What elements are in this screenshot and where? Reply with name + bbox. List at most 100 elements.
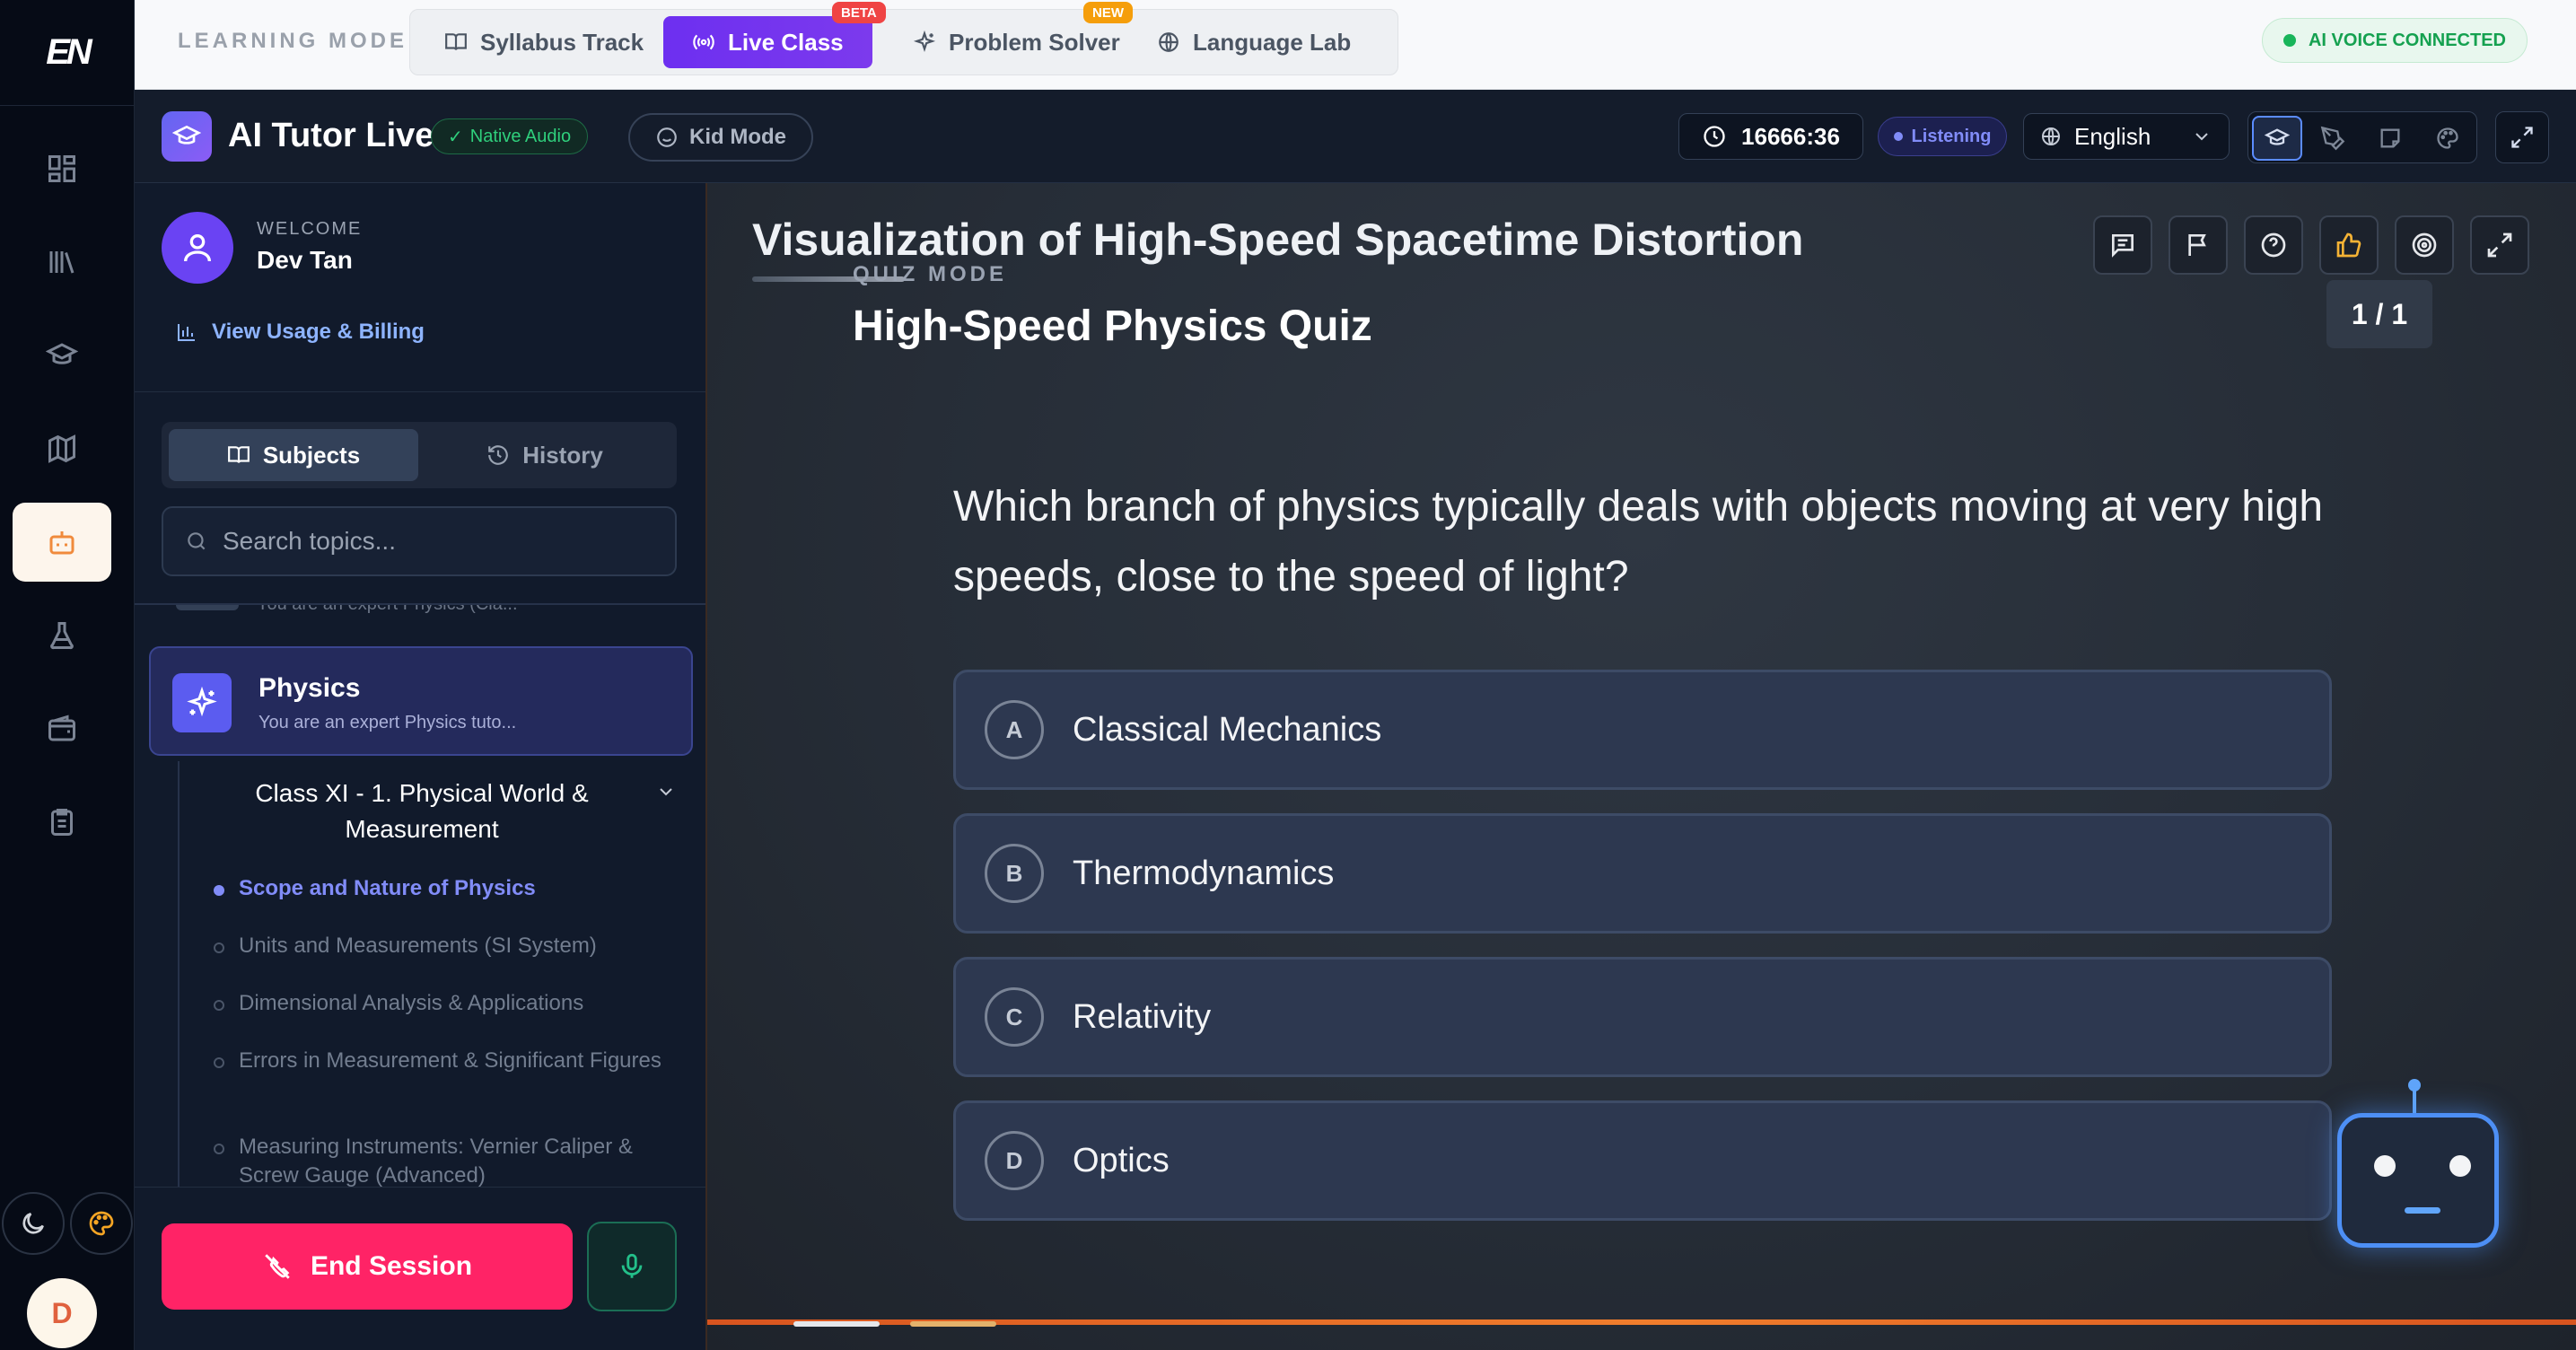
sparkles-icon <box>913 31 936 53</box>
rail-lab-button[interactable] <box>13 596 111 675</box>
draw-view-button[interactable] <box>2308 116 2358 161</box>
chapter-toggle[interactable] <box>655 781 677 807</box>
end-session-label: End Session <box>310 1251 473 1281</box>
topic-item[interactable]: Scope and Nature of Physics <box>214 874 670 903</box>
mode-language-lab[interactable]: Language Lab <box>1128 16 1380 68</box>
tab-label: Subjects <box>262 441 361 469</box>
slide-indicator[interactable] <box>910 1321 996 1327</box>
avatar-initial: D <box>51 1296 73 1329</box>
map-icon <box>48 434 75 463</box>
globe-icon <box>2042 127 2060 145</box>
topic-item[interactable]: Errors in Measurement & Significant Figu… <box>214 1047 670 1075</box>
check-circle-icon: ✓ <box>448 127 463 147</box>
chapter-header[interactable]: Class XI - 1. Physical World & Measureme… <box>224 776 619 847</box>
topic-item[interactable]: Units and Measurements (SI System) <box>214 932 670 960</box>
rail-library-button[interactable] <box>13 223 111 302</box>
subject-card-physics[interactable]: Physics You are an expert Physics tuto..… <box>149 646 693 756</box>
mode-live-class[interactable]: Live Class BETA <box>663 2 886 68</box>
listening-status: Listening <box>1878 117 2007 156</box>
mode-label: Live Class <box>728 28 844 56</box>
list-item[interactable]: You are an expert Physics (Cla... <box>171 605 673 618</box>
stage-fullscreen-button[interactable] <box>2470 215 2529 275</box>
user-avatar <box>162 212 233 284</box>
app-logo <box>162 111 212 162</box>
clipboard-icon <box>51 809 73 836</box>
kid-mode-button[interactable]: Kid Mode <box>628 113 813 162</box>
robot-mouth <box>2405 1207 2440 1214</box>
answer-option-c[interactable]: C Relativity <box>953 957 2332 1077</box>
fullscreen-button[interactable] <box>2495 111 2549 163</box>
flag-button[interactable] <box>2169 215 2228 275</box>
app-header: AI Tutor Live ✓ Native Audio Kid Mode 16… <box>135 90 2576 183</box>
tab-subjects[interactable]: Subjects <box>169 429 418 481</box>
ai-voice-status-text: AI VOICE CONNECTED <box>2308 30 2507 50</box>
status-dot <box>2282 34 2296 47</box>
option-text: Thermodynamics <box>1073 854 1335 892</box>
clock-icon <box>1704 126 1725 147</box>
help-button[interactable] <box>2244 215 2303 275</box>
option-letter: C <box>985 987 1044 1047</box>
graduation-cap-icon <box>46 343 78 364</box>
option-letter: D <box>985 1131 1044 1190</box>
sidebar-tabs: Subjects History <box>162 422 677 488</box>
usage-link-text: View Usage & Billing <box>212 320 425 344</box>
end-session-button[interactable]: End Session <box>162 1223 573 1310</box>
robot-antenna <box>2408 1079 2421 1113</box>
topic-search <box>162 506 677 576</box>
list-item-icon <box>176 605 239 610</box>
book-open-icon <box>445 33 467 50</box>
teach-view-button[interactable] <box>2252 116 2302 161</box>
language-select[interactable]: English <box>2023 113 2230 160</box>
listening-dot <box>1893 132 1903 141</box>
search-input[interactable] <box>223 527 653 556</box>
brand-logo[interactable]: EN <box>0 0 135 106</box>
graduation-cap-icon <box>172 125 201 145</box>
rail-tasks-button[interactable] <box>13 783 111 862</box>
history-icon <box>488 445 509 465</box>
ai-tutor-avatar[interactable] <box>2337 1113 2499 1248</box>
mic-toggle-button[interactable] <box>587 1222 677 1311</box>
theme-button[interactable] <box>70 1192 133 1255</box>
rail-learn-button[interactable] <box>13 316 111 395</box>
dashboard-icon <box>48 155 75 182</box>
native-audio-text: Native Audio <box>469 126 572 146</box>
answer-option-a[interactable]: A Classical Mechanics <box>953 670 2332 790</box>
theme-view-button[interactable] <box>2423 116 2473 161</box>
slide-indicator[interactable] <box>793 1321 880 1327</box>
session-controls: End Session <box>135 1187 705 1350</box>
focus-button[interactable] <box>2395 215 2454 275</box>
view-usage-link[interactable]: View Usage & Billing <box>176 320 425 345</box>
mode-label: Syllabus Track <box>480 28 644 56</box>
native-audio-badge: ✓ Native Audio <box>431 118 589 154</box>
rail-map-button[interactable] <box>13 409 111 488</box>
dark-mode-toggle[interactable] <box>2 1192 65 1255</box>
answer-option-d[interactable]: D Optics <box>953 1100 2332 1221</box>
mode-problem-solver[interactable]: Problem Solver NEW <box>884 2 1149 68</box>
option-text: Classical Mechanics <box>1073 710 1382 749</box>
expand-icon <box>2487 232 2512 258</box>
mode-label: Language Lab <box>1193 28 1352 56</box>
transcript-button[interactable] <box>2093 215 2152 275</box>
mode-syllabus-track[interactable]: Syllabus Track <box>416 16 672 68</box>
divider <box>135 391 705 392</box>
smile-icon <box>657 127 677 147</box>
notes-view-button[interactable] <box>2365 116 2415 161</box>
rail-wallet-button[interactable] <box>13 689 111 768</box>
topic-item[interactable]: Dimensional Analysis & Applications <box>214 989 670 1018</box>
rail-ai-tutor-button[interactable] <box>13 503 111 582</box>
thumbs-up-button[interactable] <box>2319 215 2379 275</box>
new-badge: NEW <box>1083 2 1133 23</box>
user-avatar-button[interactable]: D <box>27 1278 97 1348</box>
timer-value: 16666:36 <box>1741 122 1840 150</box>
session-timer: 16666:36 <box>1678 113 1863 160</box>
rail-dashboard-button[interactable] <box>13 129 111 208</box>
sparkles-icon <box>187 687 217 717</box>
learning-mode-switcher: Syllabus Track Live Class BETA Problem S… <box>409 2 1398 75</box>
expand-icon <box>2511 127 2533 148</box>
chevron-down-icon <box>660 788 672 796</box>
brand-logo-text: EN <box>46 32 92 72</box>
answer-option-b[interactable]: B Thermodynamics <box>953 813 2332 934</box>
tab-history[interactable]: History <box>420 429 670 481</box>
mic-icon <box>621 1253 643 1278</box>
topic-item[interactable]: Measuring Instruments: Vernier Caliper &… <box>214 1133 670 1190</box>
